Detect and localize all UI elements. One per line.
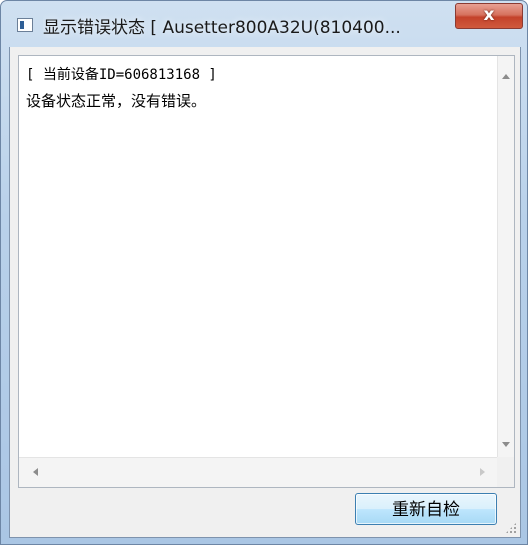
arrow-up-icon[interactable] (502, 74, 510, 79)
resize-grip-icon[interactable] (505, 522, 517, 534)
arrow-right-icon[interactable] (480, 468, 485, 476)
arrow-left-icon[interactable] (33, 468, 38, 476)
horizontal-scrollbar[interactable] (19, 457, 497, 487)
status-text: [ 当前设备ID=606813168 ] 设备状态正常，没有错误。 (26, 62, 486, 114)
self-check-button[interactable]: 重新自检 (355, 493, 497, 525)
error-status-textarea[interactable]: [ 当前设备ID=606813168 ] 设备状态正常，没有错误。 (18, 55, 515, 488)
app-icon[interactable] (17, 18, 33, 32)
arrow-down-icon[interactable] (502, 442, 510, 447)
status-message: 设备状态正常，没有错误。 (26, 92, 207, 110)
device-id-line: [ 当前设备ID=606813168 ] (26, 67, 217, 83)
dialog-window: 显示错误状态 [ Ausetter800A32U(810400... x [ 当… (0, 0, 528, 545)
scrollbar-corner (497, 457, 514, 487)
window-title: 显示错误状态 [ Ausetter800A32U(810400... (43, 18, 401, 38)
title-bar[interactable]: 显示错误状态 [ Ausetter800A32U(810400... x (1, 1, 527, 47)
close-button[interactable]: x (455, 3, 523, 29)
close-icon: x (483, 5, 495, 25)
client-area: [ 当前设备ID=606813168 ] 设备状态正常，没有错误。 重新自检 (9, 47, 521, 538)
vertical-scrollbar[interactable] (497, 56, 514, 457)
